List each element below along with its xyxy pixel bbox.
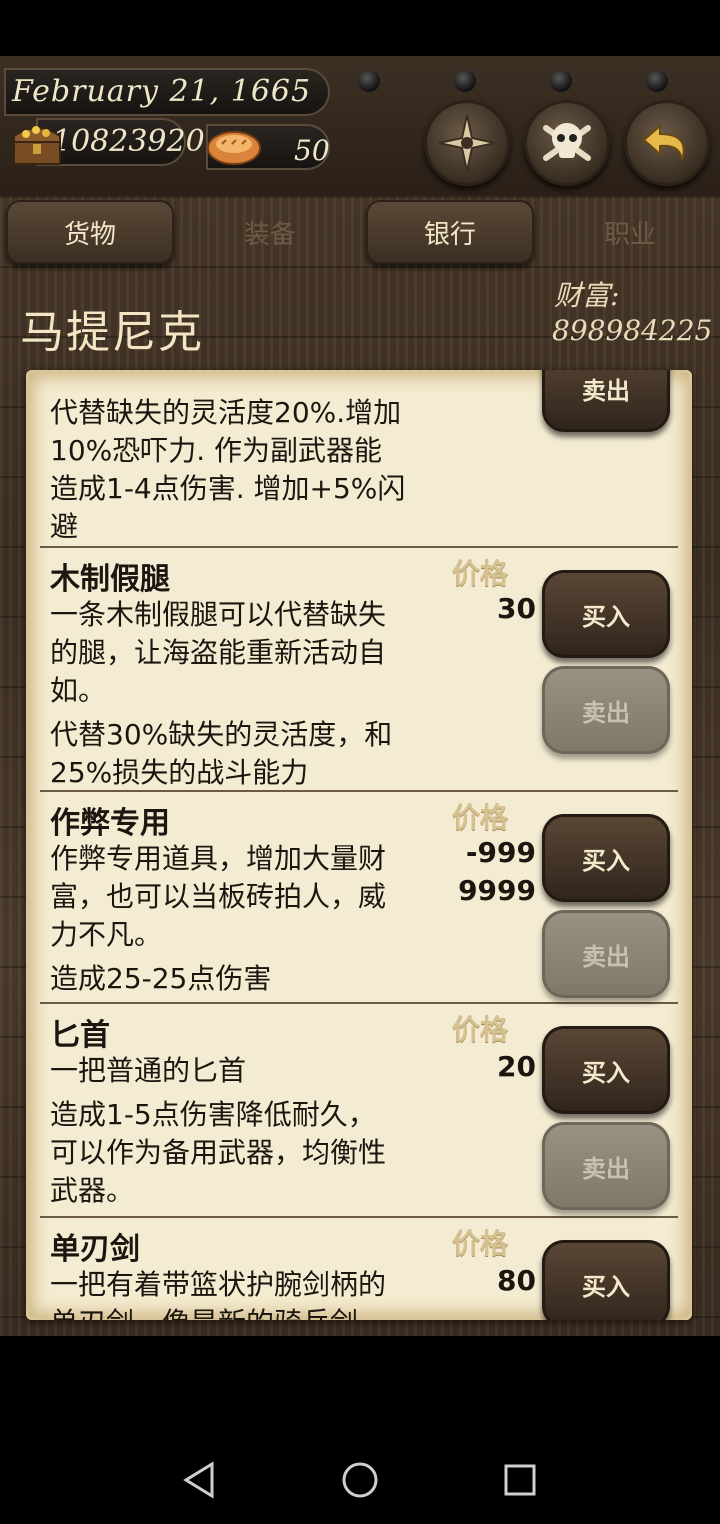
price-label: 价格	[452, 1013, 509, 1046]
home-nav-icon[interactable]	[342, 1462, 378, 1498]
bread-amount: 50	[294, 134, 330, 167]
price-label: 价格	[452, 1227, 509, 1260]
back-nav-icon[interactable]	[183, 1461, 214, 1499]
skull-crossbones-icon	[543, 123, 591, 161]
tab-bank[interactable]: 银行	[366, 200, 534, 264]
desc-line: 力不凡。	[50, 918, 163, 951]
sell-button[interactable]: 卖出	[542, 910, 670, 998]
desc-line: 可以作为备用武器，均衡性	[50, 1136, 387, 1169]
item-description: 代替缺失的灵活度20%.增加 10%恐吓力. 作为副武器能 造成1-4点伤害. …	[50, 394, 442, 546]
price-line: 9999	[458, 874, 536, 907]
price-value: 80	[497, 1262, 536, 1300]
desc-line: 如。	[50, 674, 107, 707]
price-line: 20	[497, 1050, 536, 1083]
item-name: 单刃剑	[50, 1232, 140, 1267]
price-value: 20	[497, 1048, 536, 1086]
stud-decoration	[454, 70, 476, 92]
desc-line: 一把普通的匕首	[50, 1054, 247, 1087]
item-description: 一把普通的匕首 造成1-5点伤害降低耐久， 可以作为备用武器，均衡性 武器。	[50, 1052, 442, 1210]
game-date: February 21, 1665	[12, 74, 312, 109]
desc-line: 作弊专用道具，增加大量财	[50, 842, 387, 875]
stud-decoration	[550, 70, 572, 92]
sell-button[interactable]: 卖出	[542, 1122, 670, 1210]
desc-line: 一把有着带篮状护腕剑柄的	[50, 1268, 387, 1301]
buy-button[interactable]: 买入	[542, 814, 670, 902]
price-line: -999	[465, 836, 536, 869]
desc-line: 一条木制假腿可以代替缺失	[50, 598, 387, 631]
item-name: 木制假腿	[50, 562, 170, 597]
sell-button[interactable]: 卖出	[542, 666, 670, 754]
desc-line: 富，也可以当板砖拍人，威	[50, 880, 387, 913]
price-label: 价格	[452, 801, 509, 834]
desc-line: 10%恐吓力. 作为副武器能	[50, 434, 383, 467]
wealth-value: 898984225	[552, 314, 713, 347]
skull-button[interactable]	[524, 100, 610, 186]
back-arrow-icon	[642, 123, 685, 161]
tab-goods[interactable]: 货物	[6, 200, 174, 264]
sell-button-label: 卖出	[582, 377, 630, 405]
buy-button[interactable]: 买入	[542, 1240, 670, 1320]
item-description: 一条木制假腿可以代替缺失 的腿，让海盗能重新活动自 如。 代替30%缺失的灵活度…	[50, 596, 442, 792]
desc-line: 代替缺失的灵活度20%.增加	[50, 396, 402, 429]
shop-list-panel[interactable]: 卖出 代替缺失的灵活度20%.增加 10%恐吓力. 作为副武器能 造成1-4点伤…	[26, 370, 692, 1320]
desc-line: 的腿，让海盗能重新活动自	[50, 636, 387, 669]
desc-line: 造成1-4点伤害. 增加+5%闪	[50, 472, 406, 505]
tab-equipment[interactable]: 装备	[186, 200, 354, 264]
list-item: 木制假腿 价格 30 一条木制假腿可以代替缺失 的腿，让海盗能重新活动自 如。 …	[40, 548, 678, 792]
desc-line: 25%损失的战斗能力	[50, 756, 309, 789]
price-line: 80	[497, 1264, 536, 1297]
list-item: 作弊专用 价格 -999 9999 作弊专用道具，增加大量财 富，也可以当板砖拍…	[40, 792, 678, 1004]
item-name: 作弊专用	[50, 806, 170, 841]
desc-line: 造成25-25点伤害	[50, 962, 272, 995]
compass-icon	[438, 114, 496, 172]
sell-button[interactable]: 卖出	[542, 370, 670, 432]
desc-line: 单刃剑，像是新的骑兵剑	[50, 1304, 442, 1320]
list-item: 匕首 价格 20 一把普通的匕首 造成1-5点伤害降低耐久， 可以作为备用武器，…	[40, 1004, 678, 1218]
system-nav-bar	[0, 1336, 720, 1520]
tab-profession[interactable]: 职业	[546, 200, 714, 264]
desc-line: 武器。	[50, 1174, 135, 1207]
bread-icon	[206, 126, 262, 166]
compass-button[interactable]	[424, 100, 510, 186]
buy-button[interactable]: 买入	[542, 1026, 670, 1114]
nav-icons	[183, 1461, 536, 1499]
price-line: 30	[497, 592, 536, 625]
list-item: 卖出 代替缺失的灵活度20%.增加 10%恐吓力. 作为副武器能 造成1-4点伤…	[40, 370, 678, 548]
item-name: 匕首	[50, 1018, 110, 1053]
stud-decoration	[646, 70, 668, 92]
list-item: 单刃剑 价格 80 一把有着带篮状护腕剑柄的 单刃剑，像是新的骑兵剑 买入	[40, 1218, 678, 1320]
desc-line: 造成1-5点伤害降低耐久，	[50, 1098, 376, 1131]
gold-amount: 10823920	[52, 124, 205, 159]
treasure-chest-icon	[10, 118, 64, 168]
buy-button[interactable]: 买入	[542, 570, 670, 658]
location-name: 马提尼克	[20, 307, 204, 358]
price-value: -999 9999	[458, 834, 536, 910]
status-bar	[0, 0, 720, 56]
item-description: 一把有着带篮状护腕剑柄的 单刃剑，像是新的骑兵剑	[50, 1266, 442, 1320]
desc-line: 避	[50, 510, 79, 543]
wealth-label: 财富:	[554, 279, 620, 312]
recents-nav-icon[interactable]	[504, 1464, 536, 1496]
price-label: 价格	[452, 557, 509, 590]
desc-line: 代替30%缺失的灵活度，和	[50, 718, 393, 751]
back-button[interactable]	[624, 100, 710, 186]
stud-decoration	[358, 70, 380, 92]
price-value: 30	[497, 590, 536, 628]
item-description: 作弊专用道具，增加大量财 富，也可以当板砖拍人，威 力不凡。 造成25-25点伤…	[50, 840, 442, 998]
